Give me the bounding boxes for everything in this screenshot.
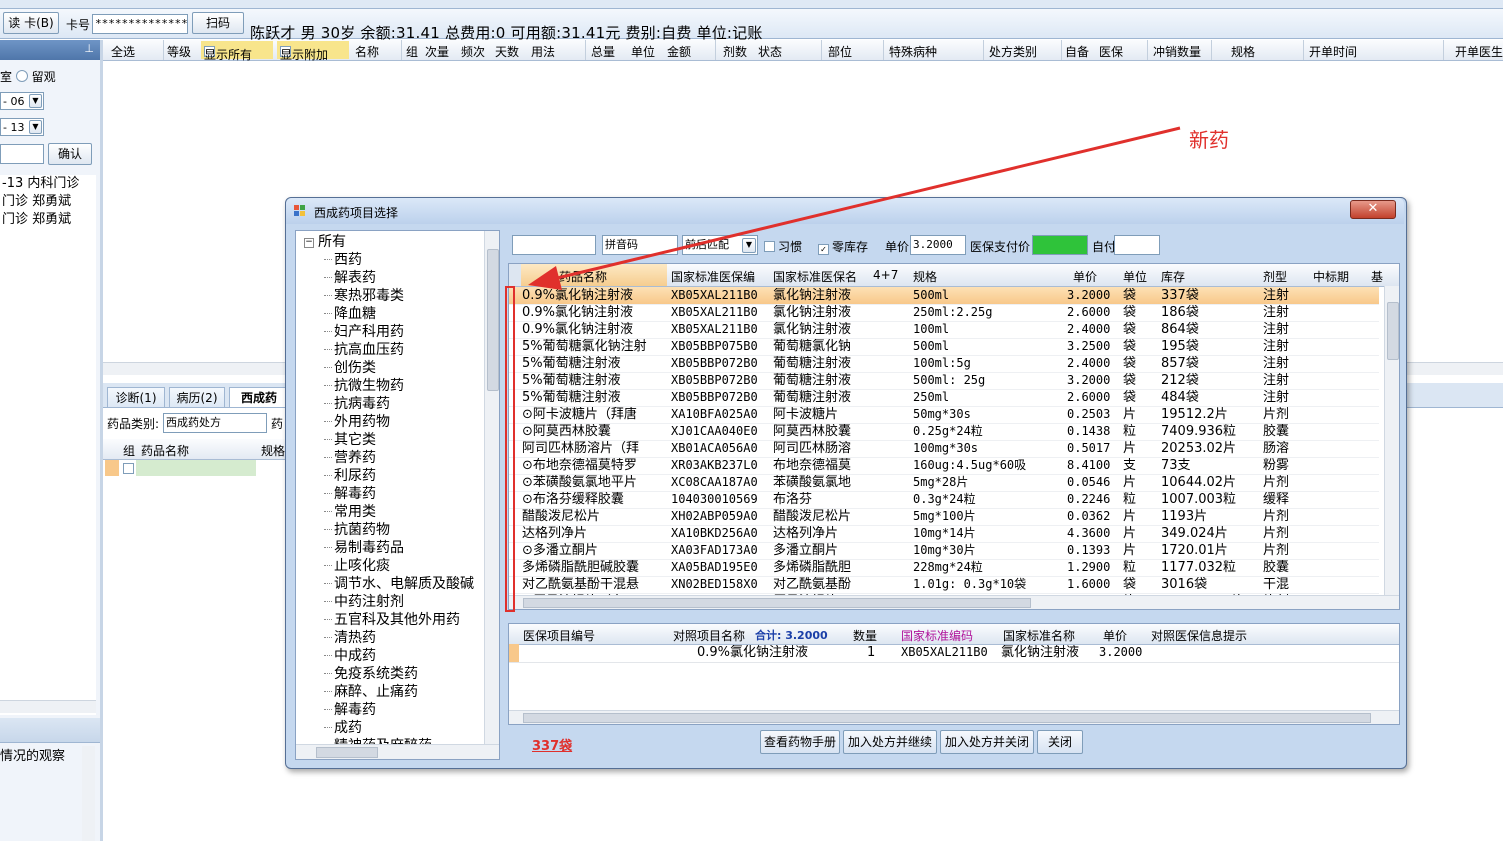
annotation-arrow-icon [528, 126, 1181, 290]
